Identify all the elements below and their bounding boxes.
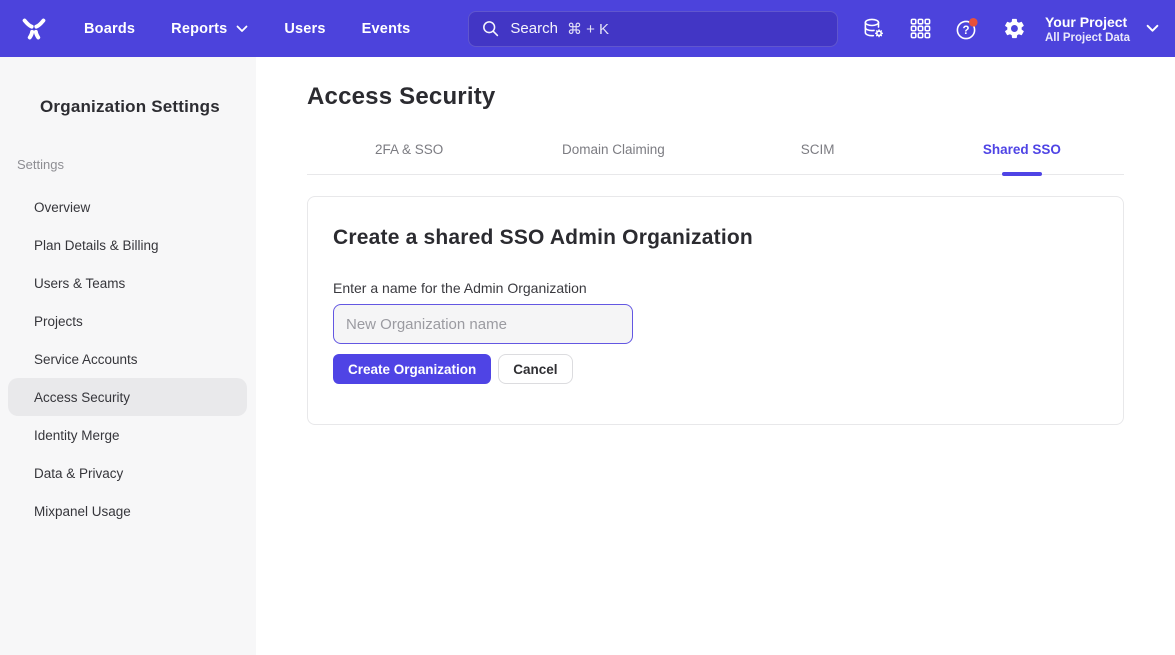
- create-sso-org-card: Create a shared SSO Admin Organization E…: [307, 196, 1124, 425]
- sidebar-item-service-accounts[interactable]: Service Accounts: [8, 340, 247, 378]
- tab-domain-claiming[interactable]: Domain Claiming: [511, 142, 715, 174]
- tab-label: Domain Claiming: [562, 142, 665, 157]
- sidebar-item-label: Projects: [34, 314, 83, 329]
- top-navbar: Boards Reports Users Events Search ⌘ + K: [0, 0, 1175, 57]
- navbar-actions: ? Your Project All Project Data: [843, 12, 1159, 46]
- search-icon: [481, 19, 500, 38]
- settings-gear-button[interactable]: [997, 12, 1031, 46]
- sidebar-item-label: Overview: [34, 200, 90, 215]
- sidebar-item-users-teams[interactable]: Users & Teams: [8, 264, 247, 302]
- create-organization-button[interactable]: Create Organization: [333, 354, 491, 384]
- tab-2fa-sso[interactable]: 2FA & SSO: [307, 142, 511, 174]
- tab-shared-sso[interactable]: Shared SSO: [920, 142, 1124, 174]
- sidebar-item-access-security[interactable]: Access Security: [8, 378, 247, 416]
- nav-item-events[interactable]: Events: [362, 21, 411, 37]
- sidebar-item-label: Plan Details & Billing: [34, 238, 159, 253]
- primary-nav: Boards Reports Users Events: [84, 21, 446, 37]
- apps-grid-icon: [909, 17, 932, 40]
- mixpanel-logo[interactable]: [18, 13, 50, 45]
- sidebar-item-projects[interactable]: Projects: [8, 302, 247, 340]
- nav-item-label: Users: [284, 21, 325, 37]
- nav-item-label: Events: [362, 21, 411, 37]
- sidebar-item-data-privacy[interactable]: Data & Privacy: [8, 454, 247, 492]
- chevron-down-icon: [236, 25, 248, 33]
- sidebar-item-plan-details-billing[interactable]: Plan Details & Billing: [8, 226, 247, 264]
- sidebar-item-mixpanel-usage[interactable]: Mixpanel Usage: [8, 492, 247, 530]
- sidebar-item-label: Access Security: [34, 390, 130, 405]
- tab-label: 2FA & SSO: [375, 142, 443, 157]
- sidebar-item-label: Users & Teams: [34, 276, 125, 291]
- chevron-down-icon: [1146, 20, 1159, 38]
- sidebar-item-label: Identity Merge: [34, 428, 120, 443]
- tab-bar: 2FA & SSO Domain Claiming SCIM Shared SS…: [307, 142, 1124, 175]
- page-title: Access Security: [307, 83, 1124, 111]
- nav-item-label: Reports: [171, 21, 227, 37]
- data-management-icon: [861, 16, 886, 41]
- help-icon: ?: [954, 16, 980, 42]
- search-placeholder: Search: [510, 20, 558, 37]
- svg-text:?: ?: [962, 25, 969, 37]
- sidebar-item-label: Mixpanel Usage: [34, 504, 131, 519]
- project-selector[interactable]: Your Project All Project Data: [1045, 13, 1159, 45]
- nav-item-users[interactable]: Users: [284, 21, 325, 37]
- help-button[interactable]: ?: [950, 12, 984, 46]
- gear-icon: [1003, 17, 1026, 40]
- project-selector-text: Your Project All Project Data: [1045, 13, 1130, 45]
- sidebar-item-label: Service Accounts: [34, 352, 138, 367]
- sidebar-item-overview[interactable]: Overview: [8, 188, 247, 226]
- tab-label: Shared SSO: [983, 142, 1061, 157]
- sidebar-item-identity-merge[interactable]: Identity Merge: [8, 416, 247, 454]
- org-name-field-label: Enter a name for the Admin Organization: [333, 280, 1098, 296]
- project-name: Your Project: [1045, 13, 1127, 31]
- notification-dot: [969, 18, 978, 27]
- tab-label: SCIM: [801, 142, 835, 157]
- sidebar-section-label: Settings: [17, 157, 256, 172]
- mixpanel-logo-icon: [19, 14, 49, 44]
- sidebar: Organization Settings Settings Overview …: [0, 57, 256, 655]
- project-data-scope: All Project Data: [1045, 31, 1130, 45]
- nav-item-label: Boards: [84, 21, 135, 37]
- apps-grid-button[interactable]: [903, 12, 937, 46]
- sidebar-title: Organization Settings: [40, 97, 256, 117]
- search-input[interactable]: Search ⌘ + K: [468, 11, 838, 47]
- cancel-button[interactable]: Cancel: [498, 354, 572, 384]
- organization-name-input[interactable]: [333, 304, 633, 344]
- search-shortcut: ⌘ + K: [567, 20, 609, 38]
- nav-item-reports[interactable]: Reports: [171, 21, 248, 37]
- main-content: Access Security 2FA & SSO Domain Claimin…: [256, 57, 1175, 655]
- card-actions: Create Organization Cancel: [333, 354, 1098, 384]
- sidebar-item-label: Data & Privacy: [34, 466, 123, 481]
- nav-item-boards[interactable]: Boards: [84, 21, 135, 37]
- sidebar-nav-list: Overview Plan Details & Billing Users & …: [0, 188, 256, 530]
- tab-scim[interactable]: SCIM: [716, 142, 920, 174]
- data-management-button[interactable]: [856, 12, 890, 46]
- card-title: Create a shared SSO Admin Organization: [333, 226, 1098, 250]
